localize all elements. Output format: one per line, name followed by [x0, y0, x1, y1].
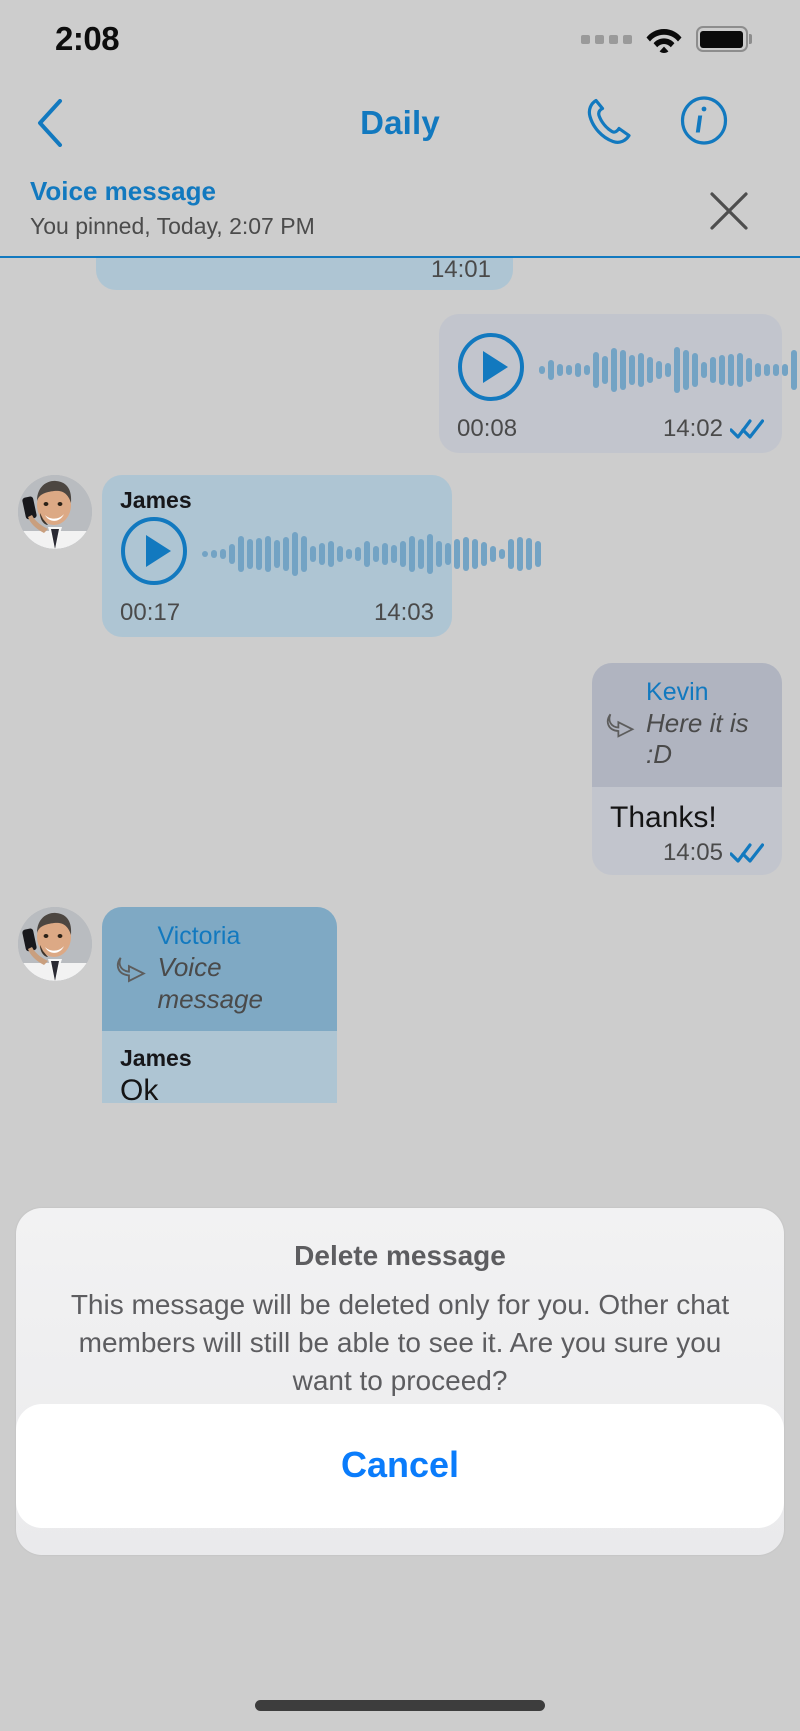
- play-icon: [458, 333, 524, 401]
- avatar-james-icon: [18, 907, 92, 982]
- voice-duration: 00:17: [120, 599, 181, 626]
- wifi-icon: [646, 28, 681, 53]
- message-bubble-partial[interactable]: 14:01: [96, 258, 513, 290]
- message-sender: James: [120, 487, 192, 513]
- quote-author: Kevin: [646, 678, 709, 706]
- waveform-incoming[interactable]: [202, 528, 541, 580]
- nav-bar: Daily: [0, 78, 800, 168]
- avatar[interactable]: [18, 475, 92, 549]
- quote-text: Here it is :D: [646, 707, 749, 770]
- message-row-partial[interactable]: 14:01: [0, 258, 800, 290]
- message-row-voice-outgoing[interactable]: 00:08 14:02: [0, 314, 800, 453]
- home-indicator[interactable]: [255, 1700, 545, 1711]
- pinned-close-button[interactable]: [708, 190, 750, 232]
- action-sheet-title: Delete message: [294, 1240, 506, 1271]
- quoted-message[interactable]: Kevin Here it is :D: [592, 663, 782, 787]
- message-row-reply-outgoing[interactable]: Kevin Here it is :D Thanks! 14:05: [0, 663, 800, 876]
- message-row-reply-incoming[interactable]: Victoria Voice message James Ok 14:05: [0, 907, 800, 1103]
- reply-arrow-icon: [606, 713, 635, 738]
- message-body: James Ok 14:05: [102, 1031, 337, 1103]
- cancel-button[interactable]: Cancel: [16, 1404, 784, 1528]
- message-sender: James: [120, 1045, 192, 1072]
- play-icon: [121, 517, 187, 585]
- battery-full-icon: [695, 26, 752, 52]
- pinned-subtitle: You pinned, Today, 2:07 PM: [30, 213, 315, 239]
- message-time: 14:01: [430, 258, 491, 283]
- quoted-message[interactable]: Victoria Voice message: [102, 907, 337, 1032]
- quote-author: Victoria: [157, 922, 241, 951]
- signal-dots-icon: [580, 34, 632, 44]
- call-button[interactable]: [586, 97, 632, 150]
- message-body: Thanks! 14:05: [592, 787, 782, 876]
- pinned-message-bar[interactable]: Voice message You pinned, Today, 2:07 PM: [0, 168, 800, 258]
- action-sheet-message: This message will be deleted only for yo…: [70, 1289, 730, 1396]
- reply-message-bubble[interactable]: Victoria Voice message James Ok 14:05: [102, 907, 337, 1103]
- status-bar: 2:08: [0, 0, 800, 78]
- message-text: Ok: [120, 1074, 159, 1103]
- message-text: Thanks!: [610, 800, 717, 834]
- message-time: 14:02: [662, 415, 723, 442]
- info-circle-icon: [680, 96, 728, 145]
- avatar[interactable]: [18, 907, 92, 982]
- phone-icon: [587, 98, 631, 144]
- message-time: 14:03: [373, 599, 434, 626]
- voice-message-bubble[interactable]: 00:08 14:02: [439, 314, 797, 453]
- voice-duration: 00:08: [457, 415, 518, 442]
- quote-text: Voice message: [157, 951, 263, 1014]
- message-list[interactable]: 14:01 00:08 14:02 James 00:17 14:03 Kevi…: [0, 258, 800, 1103]
- action-sheet-header: Delete message This message will be dele…: [16, 1208, 784, 1433]
- status-time: 2:08: [55, 20, 120, 57]
- info-button[interactable]: [680, 96, 728, 151]
- reply-message-bubble[interactable]: Kevin Here it is :D Thanks! 14:05: [592, 663, 782, 876]
- voice-message-bubble[interactable]: James 00:17 14:03: [102, 475, 541, 637]
- waveform-outgoing[interactable]: [539, 344, 800, 396]
- phone-screen: 2:08 Daily Voice message You pinned, Tod…: [0, 0, 800, 1731]
- message-row-voice-incoming[interactable]: James 00:17 14:03: [0, 475, 800, 637]
- double-check-icon: [730, 843, 764, 864]
- play-button[interactable]: [120, 516, 188, 591]
- pinned-title: Voice message: [30, 176, 216, 206]
- avatar-james-icon: [18, 475, 92, 549]
- reply-arrow-icon: [116, 957, 146, 983]
- play-button[interactable]: [457, 332, 525, 407]
- status-icons: [580, 26, 752, 53]
- close-icon: [710, 192, 748, 230]
- double-check-icon: [730, 419, 764, 439]
- message-time: 14:05: [662, 839, 723, 867]
